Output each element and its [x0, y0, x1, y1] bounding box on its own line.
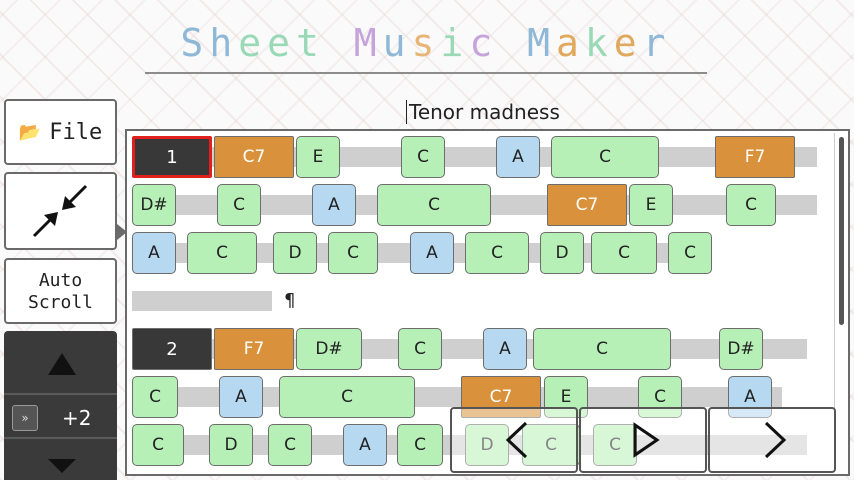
divider [4, 437, 117, 439]
title-letter: s [411, 21, 441, 65]
chord-cell[interactable]: D [273, 232, 317, 274]
transpose-up-icon[interactable] [48, 353, 76, 375]
title-letter: S [180, 21, 210, 65]
title-letter: c [469, 21, 499, 65]
chord-cell[interactable]: C [668, 232, 712, 274]
transpose-down-icon[interactable] [48, 459, 76, 473]
chord-cell[interactable]: C [533, 328, 671, 370]
measure-number[interactable]: 1 [132, 136, 212, 178]
chord-cell[interactable]: C [268, 424, 312, 466]
chord-cell[interactable]: E [629, 184, 673, 226]
title-letter: M [527, 21, 556, 65]
app-title: Sheet Music Maker [145, 18, 707, 74]
chord-cell[interactable]: D# [296, 328, 362, 370]
chord-cell[interactable]: C [377, 184, 491, 226]
folder-icon: 📂 [18, 121, 42, 143]
song-title-input[interactable]: Tenor madness [406, 100, 560, 124]
chord-cell[interactable]: C [279, 376, 415, 418]
chord-cell[interactable]: D [540, 232, 584, 274]
chord-cell[interactable]: C7 [214, 136, 294, 178]
title-letter: h [209, 21, 239, 65]
chord-cell[interactable]: A [410, 232, 454, 274]
chord-cell[interactable]: C [132, 424, 184, 466]
title-letter: e [238, 21, 268, 65]
chord-cell[interactable]: D# [132, 184, 176, 226]
chord-cell[interactable]: C [132, 376, 178, 418]
chord-cell[interactable]: A [343, 424, 387, 466]
chord-cell[interactable]: D [209, 424, 253, 466]
collapse-view-button[interactable] [4, 172, 127, 250]
chord-cell[interactable]: C [187, 232, 257, 274]
play-icon [633, 422, 660, 458]
auto-scroll-label-line1: Auto [38, 270, 83, 291]
chord-cell[interactable]: C [398, 328, 442, 370]
chord-cell[interactable]: E [296, 136, 340, 178]
title-letter: M [353, 21, 383, 65]
transpose-value: +2 [62, 406, 92, 430]
chord-cell[interactable]: A [132, 232, 176, 274]
measure-number[interactable]: 2 [132, 328, 212, 370]
chord-cell[interactable]: C [217, 184, 261, 226]
chevron-down-icon[interactable]: » [12, 405, 38, 431]
chord-cell[interactable]: C7 [547, 184, 627, 226]
chevron-right-icon [764, 421, 787, 459]
title-letter [498, 18, 527, 68]
title-letter: k [584, 21, 614, 65]
title-letter: i [440, 21, 470, 65]
title-letter: r [642, 21, 672, 65]
transpose-panel: » +2 [4, 331, 117, 480]
chord-cell[interactable]: C [328, 232, 378, 274]
title-letter: e [613, 21, 643, 65]
title-letter: t [295, 21, 325, 65]
sheet-scrollbar[interactable] [834, 133, 849, 471]
file-button-label: File [49, 119, 103, 145]
chord-cell[interactable]: C [726, 184, 776, 226]
divider [4, 393, 117, 395]
chord-cell[interactable]: A [312, 184, 356, 226]
chord-cell[interactable]: C [401, 136, 445, 178]
chord-cell[interactable]: C [397, 424, 443, 466]
chord-cell[interactable]: D# [719, 328, 763, 370]
chord-cell[interactable]: C [551, 136, 659, 178]
play-button[interactable] [579, 407, 707, 473]
next-page-button[interactable] [708, 407, 836, 473]
scrollbar-thumb[interactable] [839, 137, 844, 325]
chord-cell[interactable]: F7 [715, 136, 795, 178]
chord-cell[interactable]: A [483, 328, 527, 370]
chord-cell[interactable]: A [219, 376, 263, 418]
title-letter: a [556, 21, 585, 65]
chevron-left-icon [505, 421, 528, 459]
file-button[interactable]: 📂 File [4, 99, 117, 165]
chord-cell[interactable]: A [496, 136, 540, 178]
chord-cell[interactable]: C [591, 232, 657, 274]
title-letter: e [267, 21, 296, 65]
collapse-arrows-icon [32, 184, 88, 238]
chord-cell[interactable]: C [465, 232, 529, 274]
chord-cell[interactable]: F7 [214, 328, 294, 370]
title-letter: u [382, 21, 412, 65]
measure-bar [132, 291, 272, 311]
auto-scroll-label-line2: Scroll [27, 292, 94, 313]
auto-scroll-button[interactable]: Auto Scroll [4, 258, 117, 324]
line-break-marker: ¶ [284, 290, 296, 311]
title-letter [325, 18, 354, 68]
previous-page-button[interactable] [450, 407, 578, 473]
